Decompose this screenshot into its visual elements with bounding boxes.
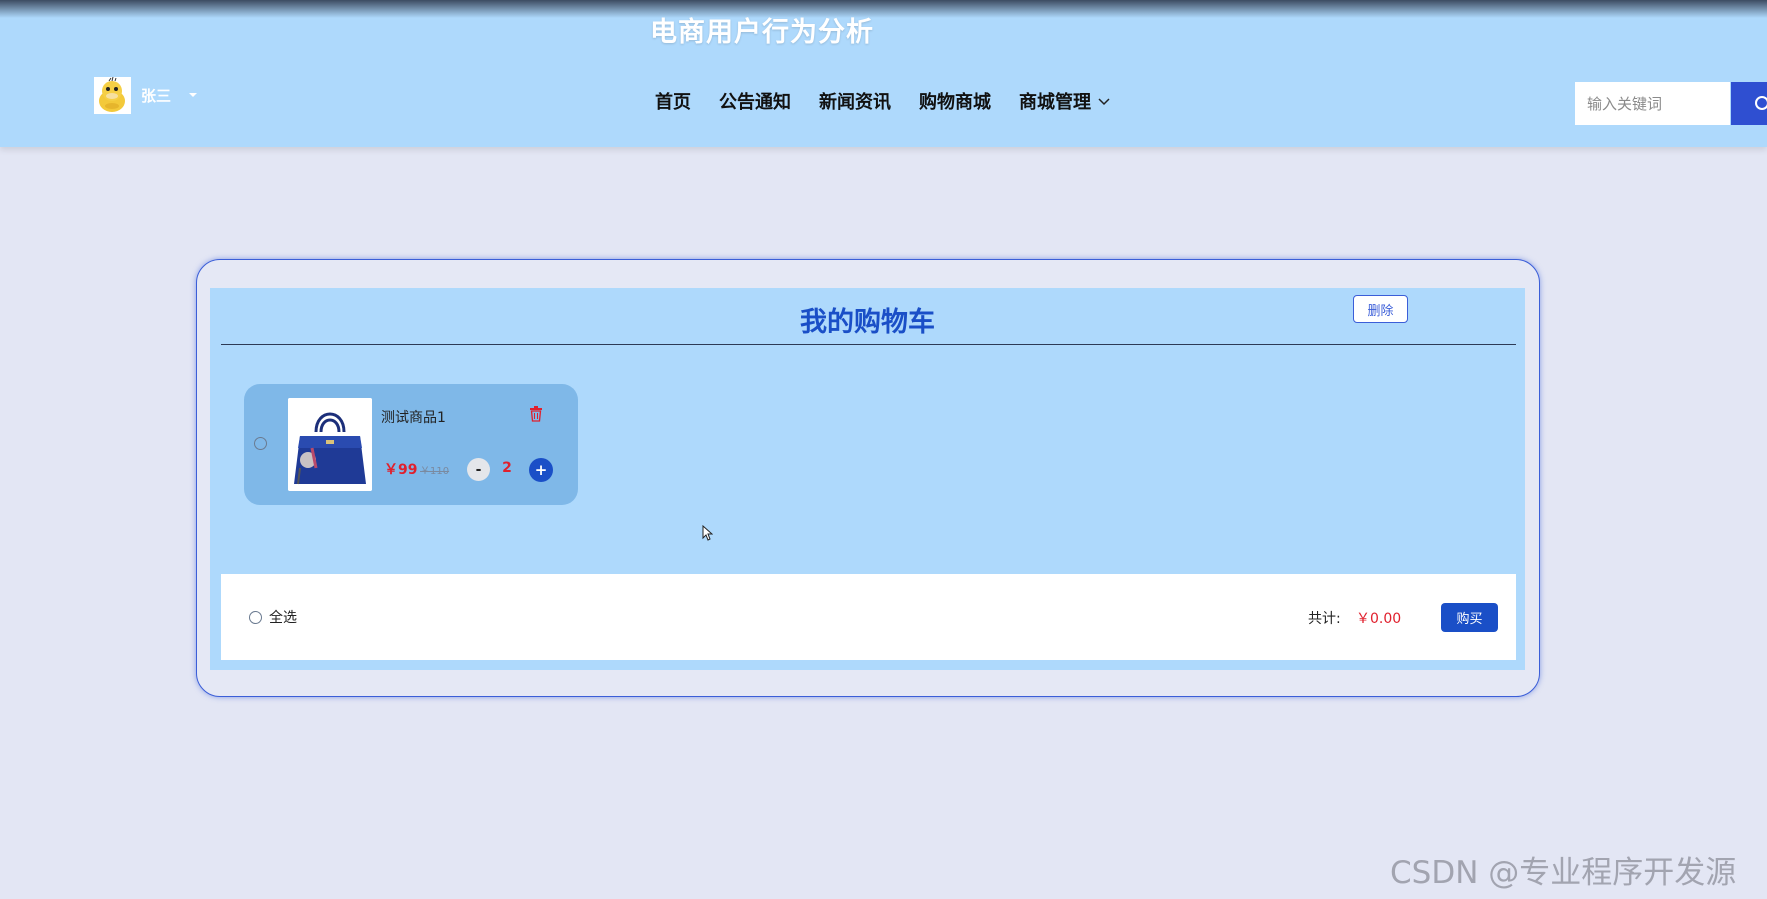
select-all-radio[interactable] xyxy=(249,610,262,624)
quantity-value: 2 xyxy=(502,460,512,476)
select-all-toggle[interactable]: 全选 xyxy=(249,607,297,627)
product-price: ￥99 xyxy=(384,462,418,478)
handbag-image xyxy=(288,398,372,491)
user-name[interactable]: 张三 xyxy=(141,85,171,106)
site-title: 电商用户行为分析 xyxy=(650,17,874,48)
nav-item-home[interactable]: 首页 xyxy=(655,88,691,114)
item-select-radio[interactable] xyxy=(254,437,267,450)
mouse-cursor-icon xyxy=(702,525,713,541)
caret-down-icon[interactable] xyxy=(189,93,198,97)
nav-item-shop-management[interactable]: 商城管理 xyxy=(1019,88,1111,114)
nav-item-label: 新闻资讯 xyxy=(819,92,891,113)
product-name[interactable]: 测试商品1 xyxy=(381,407,446,427)
nav-item-label: 购物商城 xyxy=(919,92,991,113)
cart-title: 我的购物车 xyxy=(800,307,935,338)
search-input[interactable] xyxy=(1575,82,1730,125)
delete-button[interactable]: 删除 xyxy=(1353,295,1408,323)
main-nav: 首页 公告通知 新闻资讯 购物商城 商城管理 xyxy=(655,88,1139,114)
trash-icon[interactable] xyxy=(529,406,543,422)
search-icon xyxy=(1755,95,1767,110)
quantity-increase-button[interactable]: + xyxy=(529,458,553,482)
quantity-decrease-button[interactable]: - xyxy=(467,458,490,481)
product-image[interactable] xyxy=(288,398,372,491)
nav-item-label: 公告通知 xyxy=(719,92,791,113)
watermark: CSDN @专业程序开发源 xyxy=(1390,855,1737,891)
select-all-label[interactable]: 全选 xyxy=(269,607,297,627)
header-top-shade xyxy=(0,0,1767,18)
nav-item-notices[interactable]: 公告通知 xyxy=(719,88,791,114)
avatar-duck-icon xyxy=(94,76,131,114)
title-divider xyxy=(221,344,1516,345)
buy-button[interactable]: 购买 xyxy=(1441,603,1498,632)
cart-item: 测试商品1 ￥99 ￥110 - 2 + xyxy=(244,384,578,505)
total-label: 共计: xyxy=(1308,611,1341,627)
chevron-down-icon xyxy=(1098,98,1110,106)
total-value: ￥0.00 xyxy=(1356,611,1402,627)
nav-item-label: 首页 xyxy=(655,92,691,113)
cart-panel: 我的购物车 删除 测试商品1 ￥99 ￥110 - 2 + 全选 共计: ￥0.… xyxy=(210,288,1525,670)
top-header: 电商用户行为分析 张三 首页 公告通知 新闻资讯 购物商城 商城管理 输入关键词 xyxy=(0,0,1767,147)
avatar[interactable] xyxy=(94,76,131,114)
cart-container: 我的购物车 删除 测试商品1 ￥99 ￥110 - 2 + 全选 共计: ￥0.… xyxy=(196,259,1540,697)
cart-footer: 全选 共计: ￥0.00 购买 xyxy=(221,574,1516,660)
search-button[interactable] xyxy=(1731,82,1767,125)
nav-item-shop[interactable]: 购物商城 xyxy=(919,88,991,114)
product-original-price: ￥110 xyxy=(420,466,450,477)
nav-item-news[interactable]: 新闻资讯 xyxy=(819,88,891,114)
nav-item-label: 商城管理 xyxy=(1019,92,1091,113)
user-menu[interactable]: 张三 xyxy=(94,76,198,114)
